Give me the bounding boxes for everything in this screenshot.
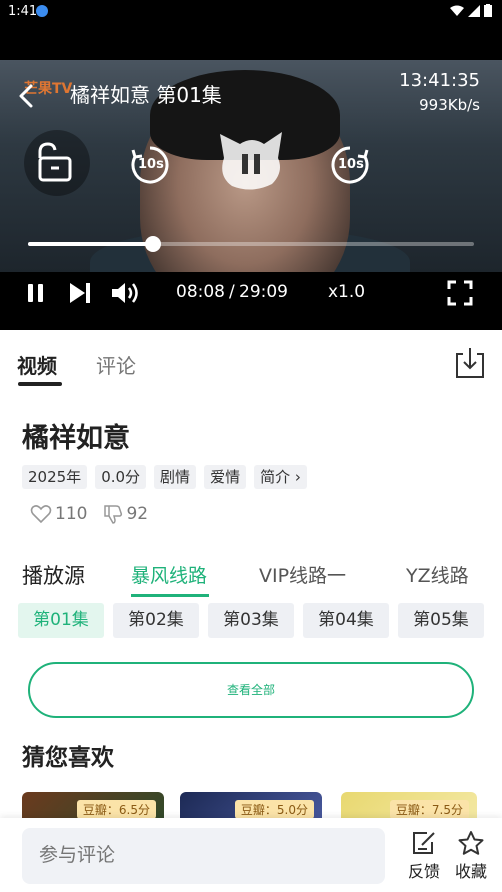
playback-speed-button[interactable]: x1.0 <box>328 282 365 302</box>
episode-05[interactable]: 第05集 <box>398 603 484 638</box>
favorite-label: 收藏 <box>454 862 487 881</box>
signal-icon <box>468 4 480 17</box>
tag-genre-drama: 剧情 <box>154 465 197 489</box>
volume-icon[interactable] <box>110 280 142 306</box>
star-icon <box>458 831 484 855</box>
episode-list: 第01集 第02集 第03集 第04集 第05集 <box>18 603 484 638</box>
video-title: 橘祥如意 第01集 <box>70 83 222 107</box>
next-episode-icon[interactable] <box>68 281 92 305</box>
pause-icon[interactable] <box>24 281 48 305</box>
comment-input[interactable] <box>22 828 385 884</box>
wifi-icon <box>450 5 464 16</box>
unlock-icon <box>38 142 72 182</box>
episode-01[interactable]: 第01集 <box>18 603 104 638</box>
like-button[interactable]: 110 <box>30 504 87 524</box>
feedback-label: 反馈 <box>407 862 440 881</box>
status-time: 1:41 <box>8 4 38 19</box>
current-time: 08:08 <box>176 282 225 302</box>
tag-year: 2025年 <box>22 465 88 489</box>
active-tab-indicator <box>18 382 62 386</box>
download-icon[interactable] <box>453 346 487 380</box>
forward-label: 10s <box>338 157 364 172</box>
notification-icon <box>36 5 48 17</box>
route-storm[interactable]: 暴风线路 <box>131 561 207 588</box>
heart-icon <box>30 505 52 524</box>
favorite-button[interactable]: 收藏 <box>451 830 491 882</box>
like-count: 110 <box>55 504 88 524</box>
battery-icon <box>484 4 492 17</box>
view-all-button[interactable]: 查看全部 <box>28 662 474 718</box>
douban-score-badge: 豆瓣：5.0分 <box>234 800 314 819</box>
dislike-count: 92 <box>126 504 149 524</box>
tag-list: 2025年 0.0分 剧情 爱情 简介 › <box>22 465 307 489</box>
status-icons <box>450 4 492 17</box>
center-pause-button[interactable] <box>212 128 290 198</box>
tab-video[interactable]: 视频 <box>17 350 57 379</box>
rewind-label: 10s <box>138 157 164 172</box>
forward-10s-button[interactable]: 10s <box>330 145 370 189</box>
status-bar: 1:41 <box>0 0 502 24</box>
edit-note-icon <box>413 832 435 854</box>
total-time: 29:09 <box>239 282 288 302</box>
screen-lock-button[interactable] <box>24 130 90 196</box>
douban-score-badge: 豆瓣：7.5分 <box>389 800 469 819</box>
tag-rating: 0.0分 <box>95 465 147 489</box>
back-arrow-icon[interactable] <box>18 84 34 108</box>
thumbs-down-icon <box>104 505 123 524</box>
pause-overlay-icon <box>220 132 282 190</box>
episode-02[interactable]: 第02集 <box>113 603 199 638</box>
active-route-indicator <box>131 594 209 597</box>
dislike-button[interactable]: 92 <box>103 504 148 524</box>
tab-comments[interactable]: 评论 <box>96 350 136 379</box>
route-vip-1[interactable]: VIP线路一 <box>259 561 346 588</box>
tag-genre-romance: 爱情 <box>204 465 247 489</box>
rewind-10s-button[interactable]: 10s <box>130 145 170 189</box>
progress-fill <box>28 242 153 246</box>
reaction-row: 110 92 <box>30 504 148 524</box>
player-clock: 13:41:35 <box>399 70 480 91</box>
episode-03[interactable]: 第03集 <box>208 603 294 638</box>
progress-bar[interactable] <box>28 236 474 252</box>
feedback-button[interactable]: 反馈 <box>404 830 444 882</box>
time-separator: / <box>229 282 235 302</box>
episode-04[interactable]: 第04集 <box>303 603 389 638</box>
player-header-bg <box>0 24 502 60</box>
route-yz[interactable]: YZ线路 <box>406 561 469 588</box>
douban-score-badge: 豆瓣：6.5分 <box>76 800 156 819</box>
fullscreen-icon[interactable] <box>447 280 473 306</box>
recommend-title: 猜您喜欢 <box>22 745 114 771</box>
progress-knob[interactable] <box>144 236 161 252</box>
network-speed: 993Kb/s <box>419 96 480 114</box>
show-title: 橘祥如意 <box>22 423 130 454</box>
source-label: 播放源 <box>22 564 85 588</box>
synopsis-button[interactable]: 简介 › <box>254 465 307 489</box>
